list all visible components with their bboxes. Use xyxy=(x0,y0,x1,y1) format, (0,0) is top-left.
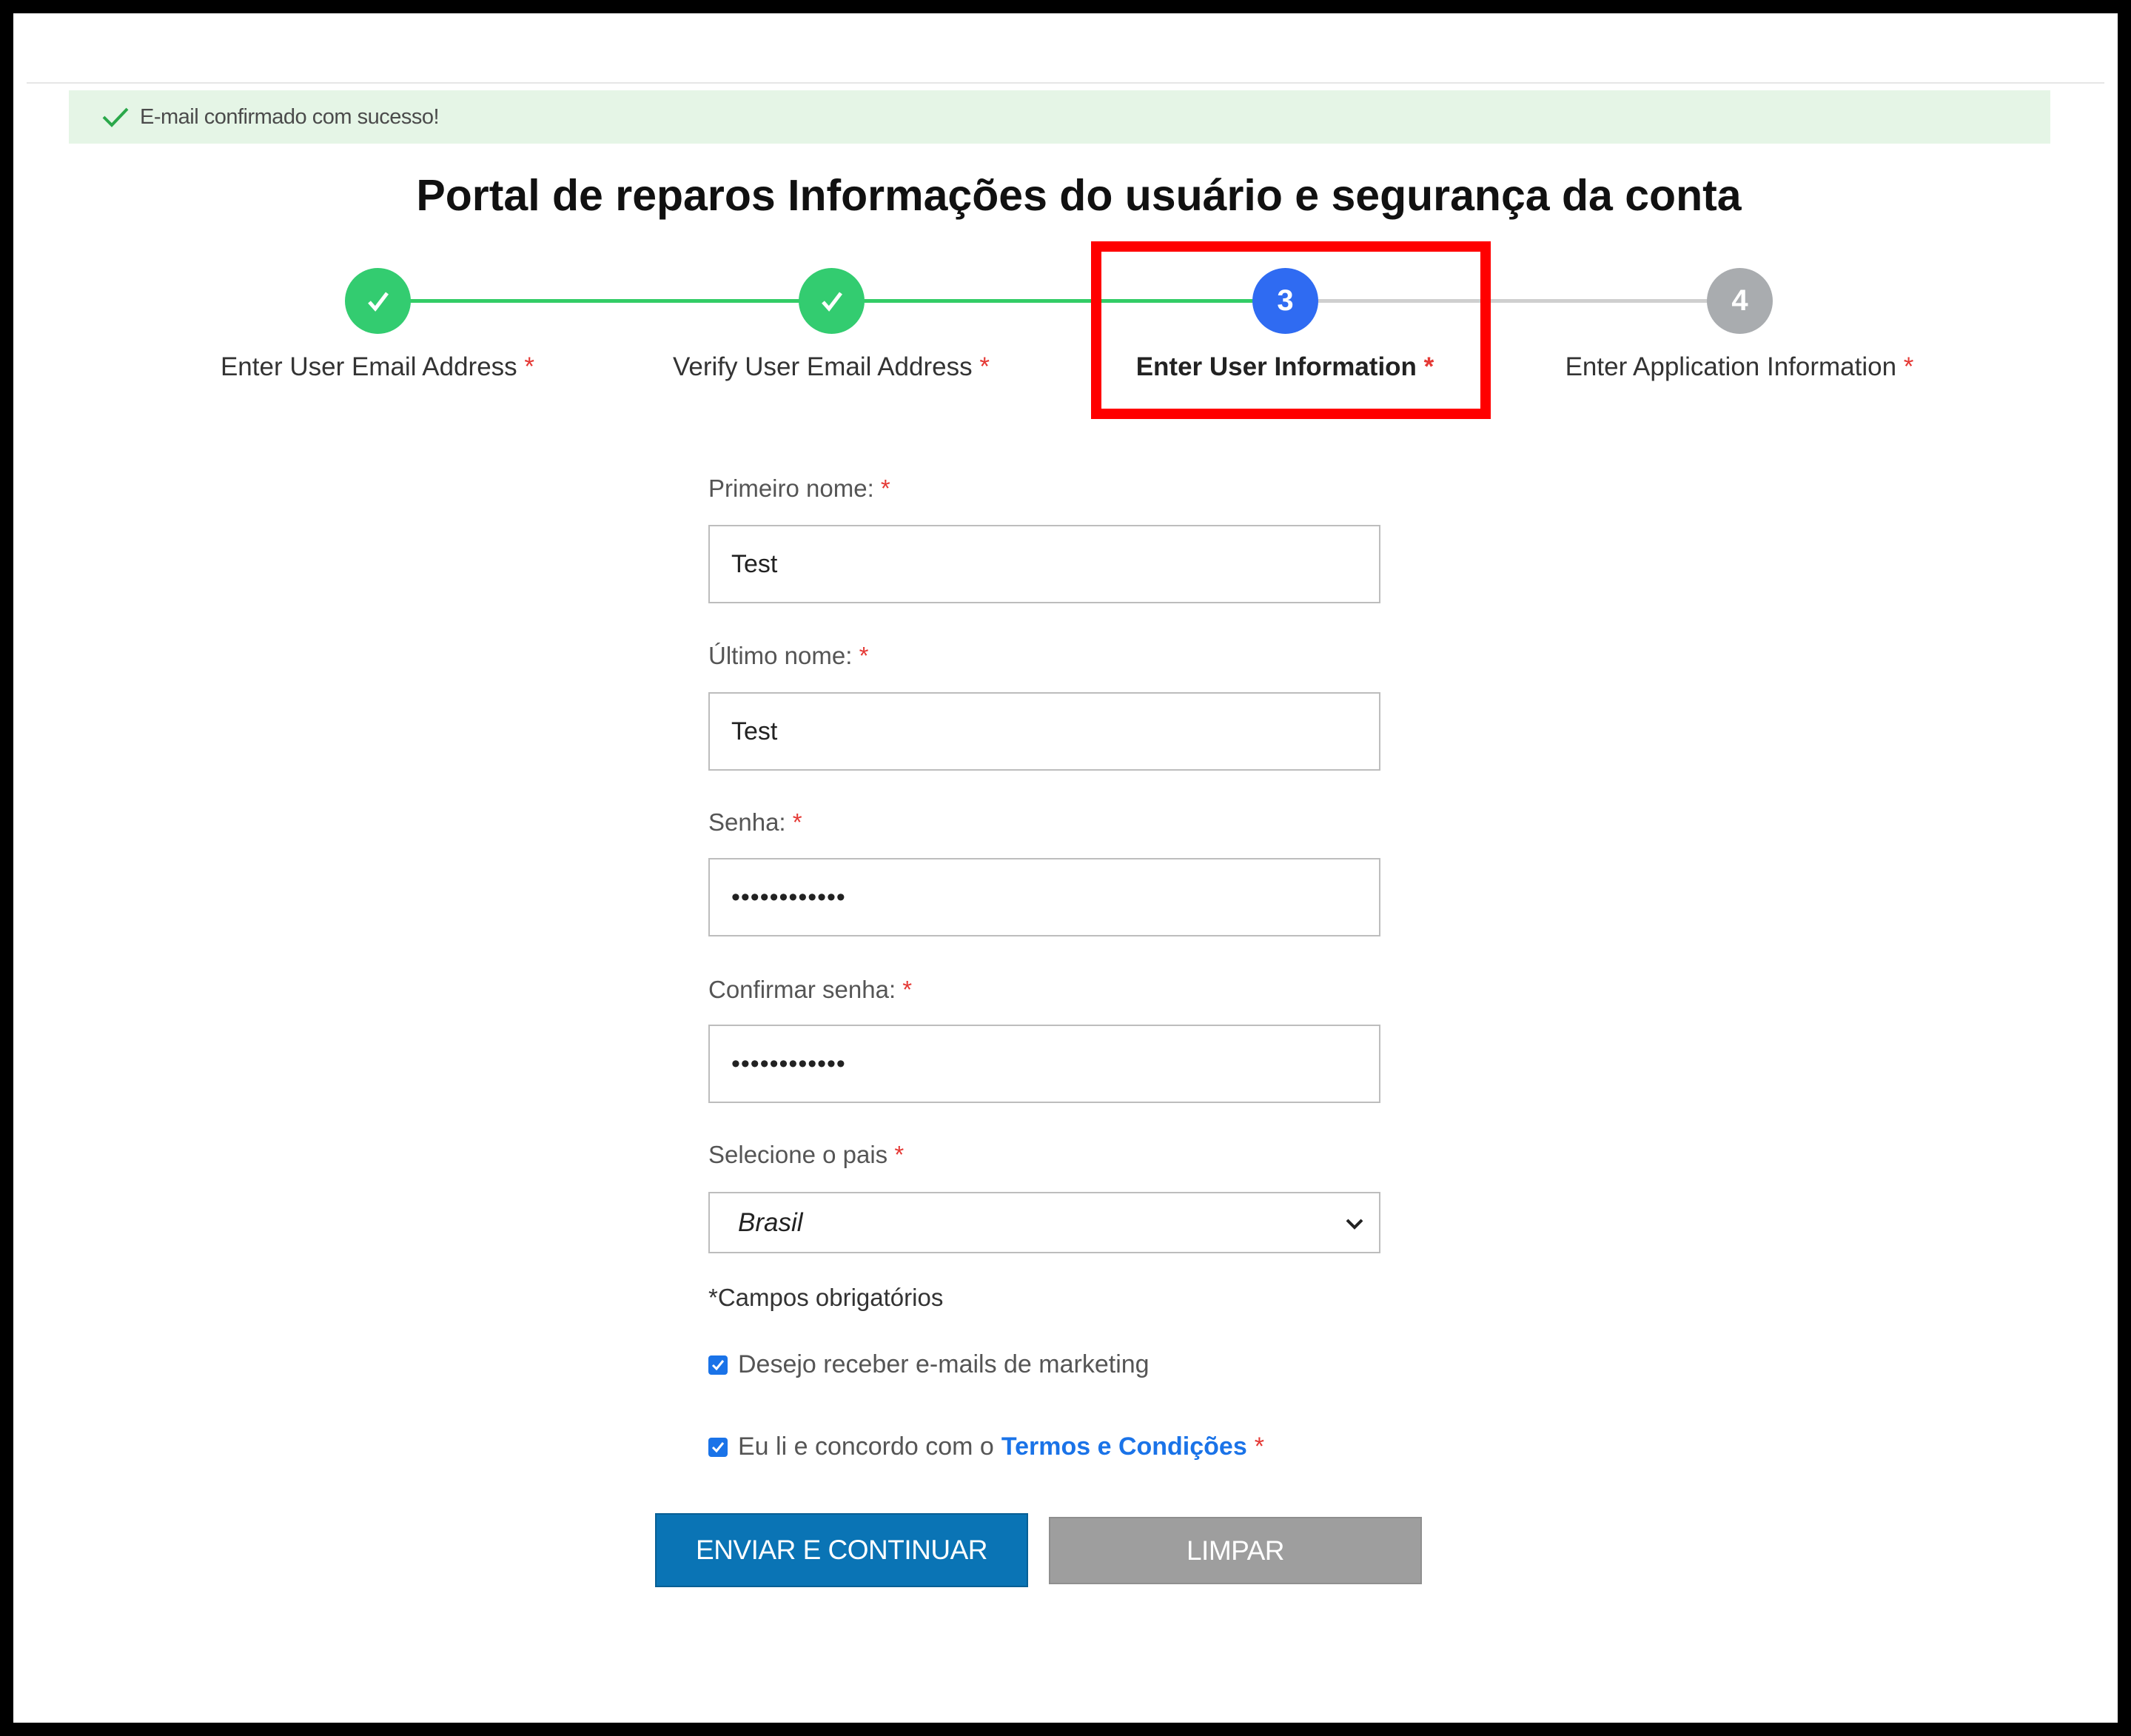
last-name-label: Último nome: * xyxy=(708,642,869,669)
terms-label: Eu li e concordo com o xyxy=(738,1432,994,1461)
confirm-password-label: Confirmar senha: * xyxy=(708,976,913,1003)
checkmark-icon xyxy=(711,1359,725,1370)
password-input[interactable] xyxy=(708,858,1380,936)
step-1-label: Enter User Email Address * xyxy=(220,352,535,381)
last-name-input[interactable] xyxy=(708,692,1380,771)
terms-checkbox[interactable] xyxy=(708,1437,728,1457)
chevron-down-icon xyxy=(1342,1211,1367,1236)
checkmark-icon xyxy=(711,1441,725,1452)
page-title: Portal de reparos Informações do usuário… xyxy=(416,171,1742,220)
success-banner: E-mail confirmado com sucesso! xyxy=(69,90,2050,144)
step-1-indicator xyxy=(345,268,411,334)
clear-button[interactable]: LIMPAR xyxy=(1049,1517,1422,1584)
marketing-checkbox[interactable] xyxy=(708,1355,728,1375)
screenshot-frame: E-mail confirmado com sucesso! Portal de… xyxy=(0,0,2131,1736)
first-name-input[interactable] xyxy=(708,525,1380,603)
submit-continue-button[interactable]: ENVIAR E CONTINUAR xyxy=(655,1513,1028,1587)
divider xyxy=(27,82,2104,84)
confirm-password-input[interactable] xyxy=(708,1025,1380,1103)
first-name-label: Primeiro nome: * xyxy=(708,475,890,502)
country-selected-value: Brasil xyxy=(738,1207,803,1237)
terms-option: Eu li e concordo com o Termos e Condiçõe… xyxy=(708,1432,1264,1461)
checkmark-icon xyxy=(821,291,842,312)
success-message: E-mail confirmado com sucesso! xyxy=(140,104,440,129)
step-4-label: Enter Application Information * xyxy=(1565,352,1914,381)
step-2-indicator xyxy=(799,268,865,334)
required-fields-note: *Campos obrigatórios xyxy=(708,1284,944,1311)
current-step-highlight xyxy=(1091,241,1491,419)
country-select[interactable]: Brasil xyxy=(708,1192,1380,1253)
checkmark-icon xyxy=(367,291,389,312)
terms-link[interactable]: Termos e Condições xyxy=(1001,1432,1247,1461)
password-label: Senha: * xyxy=(708,808,802,836)
marketing-option: Desejo receber e-mails de marketing xyxy=(708,1350,1150,1379)
step-4-indicator: 4 xyxy=(1707,268,1773,334)
check-icon xyxy=(101,106,130,128)
country-label: Selecione o pais * xyxy=(708,1141,905,1168)
step-2-label: Verify User Email Address * xyxy=(673,352,990,381)
marketing-label: Desejo receber e-mails de marketing xyxy=(738,1350,1150,1378)
